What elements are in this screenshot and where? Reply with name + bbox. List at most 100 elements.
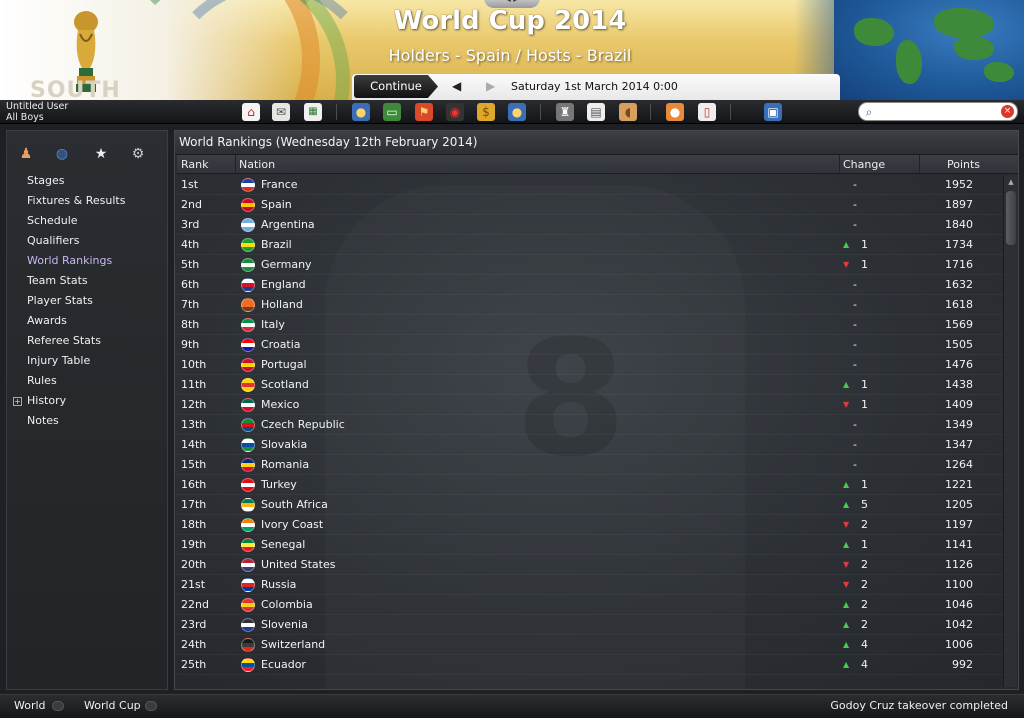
nation-link[interactable]: Turkey (261, 475, 297, 495)
column-header-points[interactable]: Points (947, 155, 980, 174)
manager-icon[interactable]: ● (666, 103, 684, 121)
nation-link[interactable]: Slovenia (261, 615, 308, 635)
table-row[interactable]: 16th Turkey ▲ 1 1221 (177, 475, 1003, 495)
nation-link[interactable]: United States (261, 555, 336, 575)
table-row[interactable]: 15th Romania - 1264 (177, 455, 1003, 475)
nation-link[interactable]: Portugal (261, 355, 307, 375)
competitions-icon[interactable]: ♜ (556, 103, 574, 121)
nation-link[interactable]: Germany (261, 255, 312, 275)
expand-icon[interactable]: + (13, 397, 22, 406)
table-row[interactable]: 11th Scotland ▲ 1 1438 (177, 375, 1003, 395)
forward-arrow-icon[interactable]: ▶ (486, 79, 498, 93)
nation-link[interactable]: Switzerland (261, 635, 325, 655)
computer-icon[interactable]: ▣ (764, 103, 782, 121)
nation-link[interactable]: Colombia (261, 595, 313, 615)
table-row[interactable]: 8th Italy - 1569 (177, 315, 1003, 335)
nation-link[interactable]: South Africa (261, 495, 328, 515)
sidebar-item-referee-stats[interactable]: Referee Stats (27, 332, 101, 350)
user-name[interactable]: Untitled User (6, 101, 68, 112)
table-row[interactable]: 25th Ecuador ▲ 4 992 (177, 655, 1003, 675)
nation-link[interactable]: France (261, 175, 298, 195)
table-row[interactable]: 13th Czech Republic - 1349 (177, 415, 1003, 435)
user-club[interactable]: All Boys (6, 112, 44, 123)
sidebar-item-team-stats[interactable]: Team Stats (27, 272, 88, 290)
vertical-scrollbar[interactable]: ▲ (1003, 175, 1017, 687)
table-row[interactable]: 14th Slovakia - 1347 (177, 435, 1003, 455)
nation-link[interactable]: Mexico (261, 395, 299, 415)
table-row[interactable]: 24th Switzerland ▲ 4 1006 (177, 635, 1003, 655)
sidebar-item-qualifiers[interactable]: Qualifiers (27, 232, 79, 250)
squad-icon[interactable]: ● (352, 103, 370, 121)
finances-icon[interactable]: $ (477, 103, 495, 121)
table-row[interactable]: 12th Mexico ▼ 1 1409 (177, 395, 1003, 415)
table-row[interactable]: 1st France - 1952 (177, 175, 1003, 195)
globe-icon[interactable]: ◍ (53, 145, 71, 163)
settings-icon[interactable]: ⚙ (129, 145, 147, 163)
listen-icon[interactable]: ◖ (619, 103, 637, 121)
star-icon[interactable]: ★ (92, 145, 110, 163)
search-icon[interactable]: ⌕ (861, 104, 877, 120)
scroll-up-icon[interactable]: ▲ (1005, 177, 1017, 187)
table-row[interactable]: 23rd Slovenia ▲ 2 1042 (177, 615, 1003, 635)
nation-link[interactable]: Scotland (261, 375, 309, 395)
table-row[interactable]: 3rd Argentina - 1840 (177, 215, 1003, 235)
sidebar-item-schedule[interactable]: Schedule (27, 212, 78, 230)
nation-link[interactable]: Spain (261, 195, 292, 215)
home-icon[interactable]: ⌂ (242, 103, 260, 121)
clipboard-icon[interactable]: ▯ (698, 103, 716, 121)
table-row[interactable]: 2nd Spain - 1897 (177, 195, 1003, 215)
nation-link[interactable]: Slovakia (261, 435, 307, 455)
sidebar-item-fixtures-results[interactable]: Fixtures & Results (27, 192, 125, 210)
table-row[interactable]: 4th Brazil ▲ 1 1734 (177, 235, 1003, 255)
column-header-nation[interactable]: Nation (239, 155, 275, 174)
nation-link[interactable]: Italy (261, 315, 285, 335)
status-tab-world[interactable]: World (14, 699, 46, 712)
calendar-icon[interactable]: ▦ (304, 103, 322, 121)
sidebar-item-stages[interactable]: Stages (27, 172, 65, 190)
close-tab-icon[interactable] (145, 701, 157, 711)
staff-icon[interactable]: ● (508, 103, 526, 121)
nation-link[interactable]: Holland (261, 295, 303, 315)
sidebar-item-world-rankings[interactable]: World Rankings (27, 252, 112, 270)
table-row[interactable]: 6th England - 1632 (177, 275, 1003, 295)
table-row[interactable]: 5th Germany ▼ 1 1716 (177, 255, 1003, 275)
nation-link[interactable]: Argentina (261, 215, 315, 235)
column-header-change[interactable]: Change (843, 155, 885, 174)
mail-icon[interactable]: ✉ (272, 103, 290, 121)
table-row[interactable]: 17th South Africa ▲ 5 1205 (177, 495, 1003, 515)
table-row[interactable]: 9th Croatia - 1505 (177, 335, 1003, 355)
sidebar-item-player-stats[interactable]: Player Stats (27, 292, 93, 310)
sidebar-item-notes[interactable]: Notes (27, 412, 59, 430)
nation-link[interactable]: Czech Republic (261, 415, 345, 435)
news-icon[interactable]: ▤ (587, 103, 605, 121)
column-header-rank[interactable]: Rank (181, 155, 208, 174)
table-row[interactable]: 19th Senegal ▲ 1 1141 (177, 535, 1003, 555)
tactics-icon[interactable]: ▭ (383, 103, 401, 121)
table-row[interactable]: 7th Holland - 1618 (177, 295, 1003, 315)
clear-search-icon[interactable]: × (1001, 105, 1014, 118)
nation-link[interactable]: Croatia (261, 335, 301, 355)
status-tab-world-cup[interactable]: World Cup (84, 699, 141, 712)
sidebar-item-rules[interactable]: Rules (27, 372, 57, 390)
person-icon[interactable]: ♟ (17, 145, 35, 163)
nation-link[interactable]: Russia (261, 575, 296, 595)
table-row[interactable]: 22nd Colombia ▲ 2 1046 (177, 595, 1003, 615)
search-input[interactable] (882, 104, 998, 119)
nation-link[interactable]: Senegal (261, 535, 305, 555)
scroll-thumb[interactable] (1006, 191, 1016, 245)
nation-link[interactable]: Ecuador (261, 655, 306, 675)
table-row[interactable]: 21st Russia ▼ 2 1100 (177, 575, 1003, 595)
table-row[interactable]: 18th Ivory Coast ▼ 2 1197 (177, 515, 1003, 535)
sidebar-item-awards[interactable]: Awards (27, 312, 67, 330)
nation-link[interactable]: England (261, 275, 306, 295)
sidebar-item-history[interactable]: History (27, 392, 66, 410)
table-row[interactable]: 20th United States ▼ 2 1126 (177, 555, 1003, 575)
continue-button[interactable]: Continue (354, 75, 438, 98)
scouting-icon[interactable]: ◉ (446, 103, 464, 121)
table-row[interactable]: 10th Portugal - 1476 (177, 355, 1003, 375)
nation-link[interactable]: Romania (261, 455, 309, 475)
sidebar-item-injury-table[interactable]: Injury Table (27, 352, 90, 370)
training-icon[interactable]: ⚑ (415, 103, 433, 121)
nation-link[interactable]: Ivory Coast (261, 515, 323, 535)
nation-link[interactable]: Brazil (261, 235, 292, 255)
